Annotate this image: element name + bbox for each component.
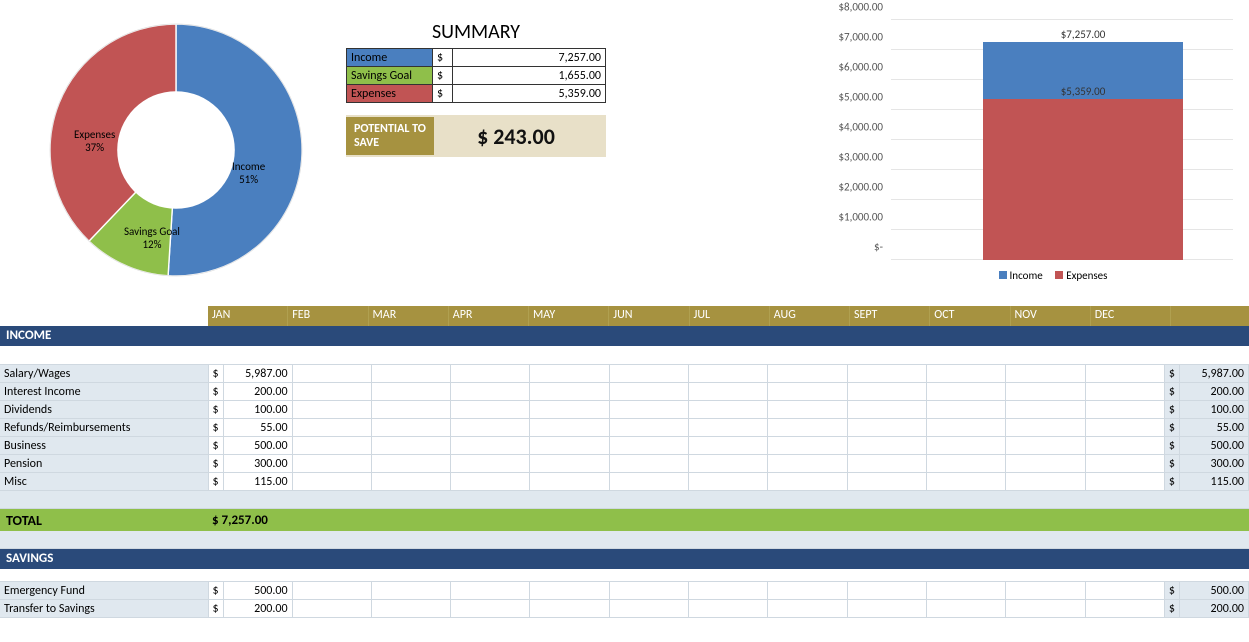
summary-title: SUMMARY (346, 20, 606, 44)
section-header-savings: SAVINGS (0, 549, 1249, 569)
row-label[interactable]: Transfer to Savings (0, 600, 208, 618)
potential-value: $ 243.00 (434, 123, 606, 150)
month-mar[interactable]: MAR (369, 306, 449, 326)
summary-table: Income $ 7,257.00 Savings Goal $ 1,655.0… (346, 48, 606, 103)
month-nov[interactable]: NOV (1011, 306, 1091, 326)
bar-legend: Income Expenses (863, 269, 1233, 282)
row-label[interactable]: Misc (0, 473, 208, 491)
savings-table: Emergency Fund$500.00$500.00Transfer to … (0, 581, 1249, 618)
row-label[interactable]: Emergency Fund (0, 582, 208, 600)
bar-chart: $- $1,000.00 $2,000.00 $3,000.00 $4,000.… (606, 10, 1243, 290)
budget-grid: JAN FEB MAR APR MAY JUN JUL AUG SEPT OCT… (0, 306, 1249, 618)
income-table: Salary/Wages$5,987.00$5,987.00Interest I… (0, 364, 1249, 491)
month-may[interactable]: MAY (529, 306, 609, 326)
month-jul[interactable]: JUL (690, 306, 770, 326)
table-row: Transfer to Savings$200.00$200.00 (0, 600, 1249, 618)
row-label[interactable]: Refunds/Reimbursements (0, 419, 208, 437)
summary-row-income-label[interactable]: Income (347, 49, 433, 67)
income-total-row: TOTAL $ 7,257.00 (0, 509, 1249, 531)
summary-panel: SUMMARY Income $ 7,257.00 Savings Goal $… (346, 10, 606, 290)
table-row: Emergency Fund$500.00$500.00 (0, 582, 1249, 600)
table-row: Business$500.00$500.00 (0, 437, 1249, 455)
table-row: Interest Income$200.00$200.00 (0, 383, 1249, 401)
month-oct[interactable]: OCT (930, 306, 1010, 326)
month-apr[interactable]: APR (449, 306, 529, 326)
month-aug[interactable]: AUG (770, 306, 850, 326)
slice-label-savings: Savings Goal 12% (124, 225, 180, 251)
table-row: Dividends$100.00$100.00 (0, 401, 1249, 419)
row-label[interactable]: Pension (0, 455, 208, 473)
potential-label: POTENTIAL TO SAVE (346, 117, 434, 156)
row-label[interactable]: Salary/Wages (0, 365, 208, 383)
month-feb[interactable]: FEB (288, 306, 368, 326)
row-label[interactable]: Dividends (0, 401, 208, 419)
slice-label-income: Income 51% (232, 160, 265, 186)
month-jan[interactable]: JAN (208, 306, 288, 326)
table-row: Pension$300.00$300.00 (0, 455, 1249, 473)
table-row: Misc$115.00$115.00 (0, 473, 1249, 491)
bar-label-expenses: $5,359.00 (983, 85, 1183, 98)
section-header-income: INCOME (0, 326, 1249, 346)
months-header: JAN FEB MAR APR MAY JUN JUL AUG SEPT OCT… (0, 306, 1249, 326)
table-row: Salary/Wages$5,987.00$5,987.00 (0, 365, 1249, 383)
bar-label-income: $7,257.00 (983, 28, 1183, 41)
potential-to-save: POTENTIAL TO SAVE $ 243.00 (346, 115, 606, 157)
table-row: Refunds/Reimbursements$55.00$55.00 (0, 419, 1249, 437)
summary-row-savings-label[interactable]: Savings Goal (347, 67, 433, 85)
summary-row-expenses-label[interactable]: Expenses (347, 85, 433, 103)
row-label[interactable]: Interest Income (0, 383, 208, 401)
slice-label-expenses: Expenses 37% (74, 128, 115, 154)
donut-chart: Income 51% Savings Goal 12% Expenses 37% (6, 10, 346, 290)
bar-expenses (983, 99, 1183, 260)
month-jun[interactable]: JUN (609, 306, 689, 326)
month-dec[interactable]: DEC (1091, 306, 1171, 326)
month-sept[interactable]: SEPT (850, 306, 930, 326)
row-label[interactable]: Business (0, 437, 208, 455)
